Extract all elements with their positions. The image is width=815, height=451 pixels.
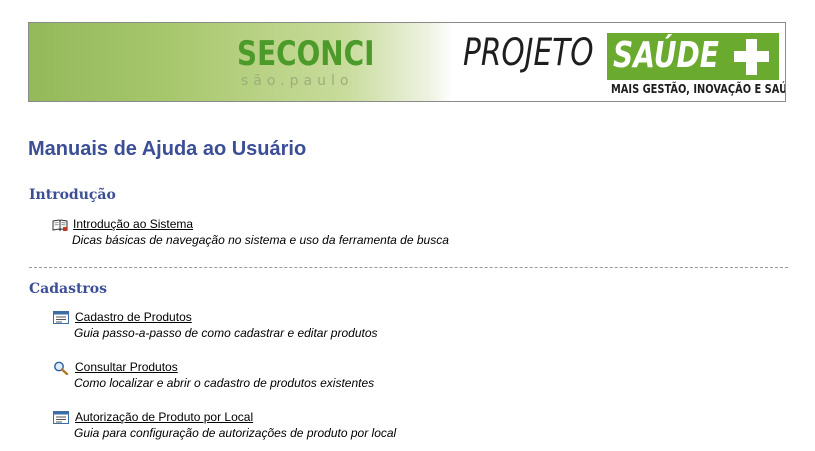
link-introducao-ao-sistema[interactable]: Introdução ao Sistema bbox=[73, 217, 193, 231]
description-autorizacao-de-produto-por-local: Guia para configuração de autorizações d… bbox=[74, 426, 397, 440]
form-window-icon bbox=[53, 310, 69, 324]
section-divider bbox=[29, 267, 788, 268]
magnifier-icon bbox=[53, 360, 69, 376]
description-cadastro-de-produtos: Guia passo-a-passo de como cadastrar e e… bbox=[74, 326, 378, 340]
form-window-icon bbox=[53, 410, 69, 424]
link-consultar-produtos[interactable]: Consultar Produtos bbox=[75, 360, 178, 374]
link-autorizacao-de-produto-por-local[interactable]: Autorização de Produto por Local bbox=[75, 410, 253, 424]
seconci-logo-city: são.paulo bbox=[241, 73, 354, 89]
projeto-label: PROJETO bbox=[463, 31, 594, 74]
plus-icon-bar bbox=[734, 51, 769, 62]
open-book-icon bbox=[52, 217, 68, 232]
description-consultar-produtos: Como localizar e abrir o cadastro de pro… bbox=[74, 376, 375, 390]
saude-label: SAÚDE bbox=[613, 35, 719, 76]
link-cadastro-de-produtos[interactable]: Cadastro de Produtos bbox=[75, 310, 192, 324]
banner-tagline: MAIS GESTÃO, INOVAÇÃO E SAÚDE bbox=[611, 82, 786, 96]
description-introducao-ao-sistema: Dicas básicas de navegação no sistema e … bbox=[72, 233, 449, 247]
seconci-logo-name: SECONCI bbox=[237, 34, 375, 74]
header-banner: SECONCI são.paulo PROJETO SAÚDE MAIS GES… bbox=[28, 22, 786, 102]
section-title-introducao: Introdução bbox=[29, 187, 116, 203]
page-title: Manuais de Ajuda ao Usuário bbox=[28, 138, 307, 160]
section-title-cadastros: Cadastros bbox=[29, 281, 108, 297]
saude-logo-box: SAÚDE bbox=[607, 33, 779, 80]
